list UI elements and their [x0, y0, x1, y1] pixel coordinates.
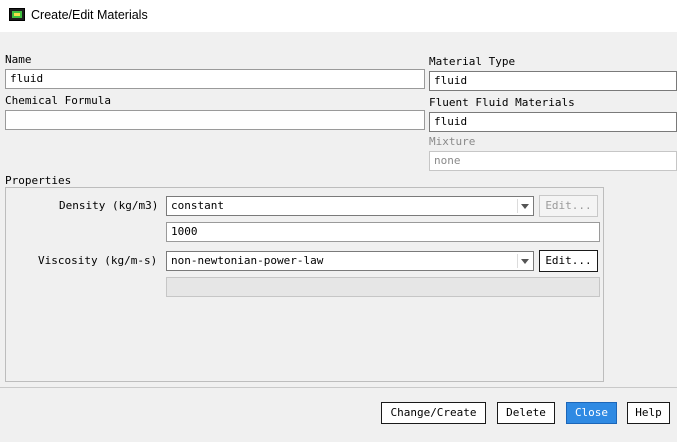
chemical-formula-field[interactable] [5, 110, 425, 130]
density-label: Density (kg/m3) [59, 199, 159, 212]
mixture-label: Mixture [429, 135, 476, 148]
footer-divider [0, 387, 677, 388]
title-bar: Create/Edit Materials [0, 0, 677, 32]
name-label: Name [5, 53, 32, 66]
viscosity-value-field [166, 277, 600, 297]
material-type-dropdown[interactable]: fluid [429, 71, 677, 91]
viscosity-method-value: non-newtonian-power-law [171, 254, 324, 267]
mixture-dropdown[interactable]: none [429, 151, 677, 171]
change-create-button[interactable]: Change/Create [381, 402, 486, 424]
delete-button[interactable]: Delete [497, 402, 555, 424]
chevron-down-icon [517, 199, 531, 213]
chemical-formula-label: Chemical Formula [5, 94, 111, 107]
density-value-field[interactable]: 1000 [166, 222, 600, 242]
window-title: Create/Edit Materials [31, 8, 148, 22]
help-button[interactable]: Help [627, 402, 670, 424]
chevron-down-icon [517, 254, 531, 268]
density-method-value: constant [171, 199, 224, 212]
material-type-label: Material Type [429, 55, 516, 68]
viscosity-method-dropdown[interactable]: non-newtonian-power-law [166, 251, 534, 271]
fluent-app-icon [9, 8, 25, 21]
fluent-fluid-materials-value: fluid [434, 115, 468, 128]
properties-label: Properties [5, 174, 72, 187]
material-type-value: fluid [434, 74, 468, 87]
density-method-dropdown[interactable]: constant [166, 196, 534, 216]
viscosity-label: Viscosity (kg/m-s) [38, 254, 158, 267]
fluent-fluid-materials-label: Fluent Fluid Materials [429, 96, 575, 109]
name-field[interactable]: fluid [5, 69, 425, 89]
viscosity-edit-button[interactable]: Edit... [539, 250, 598, 272]
close-button[interactable]: Close [566, 402, 617, 424]
fluent-fluid-materials-dropdown[interactable]: fluid [429, 112, 677, 132]
density-edit-button[interactable]: Edit... [539, 195, 598, 217]
